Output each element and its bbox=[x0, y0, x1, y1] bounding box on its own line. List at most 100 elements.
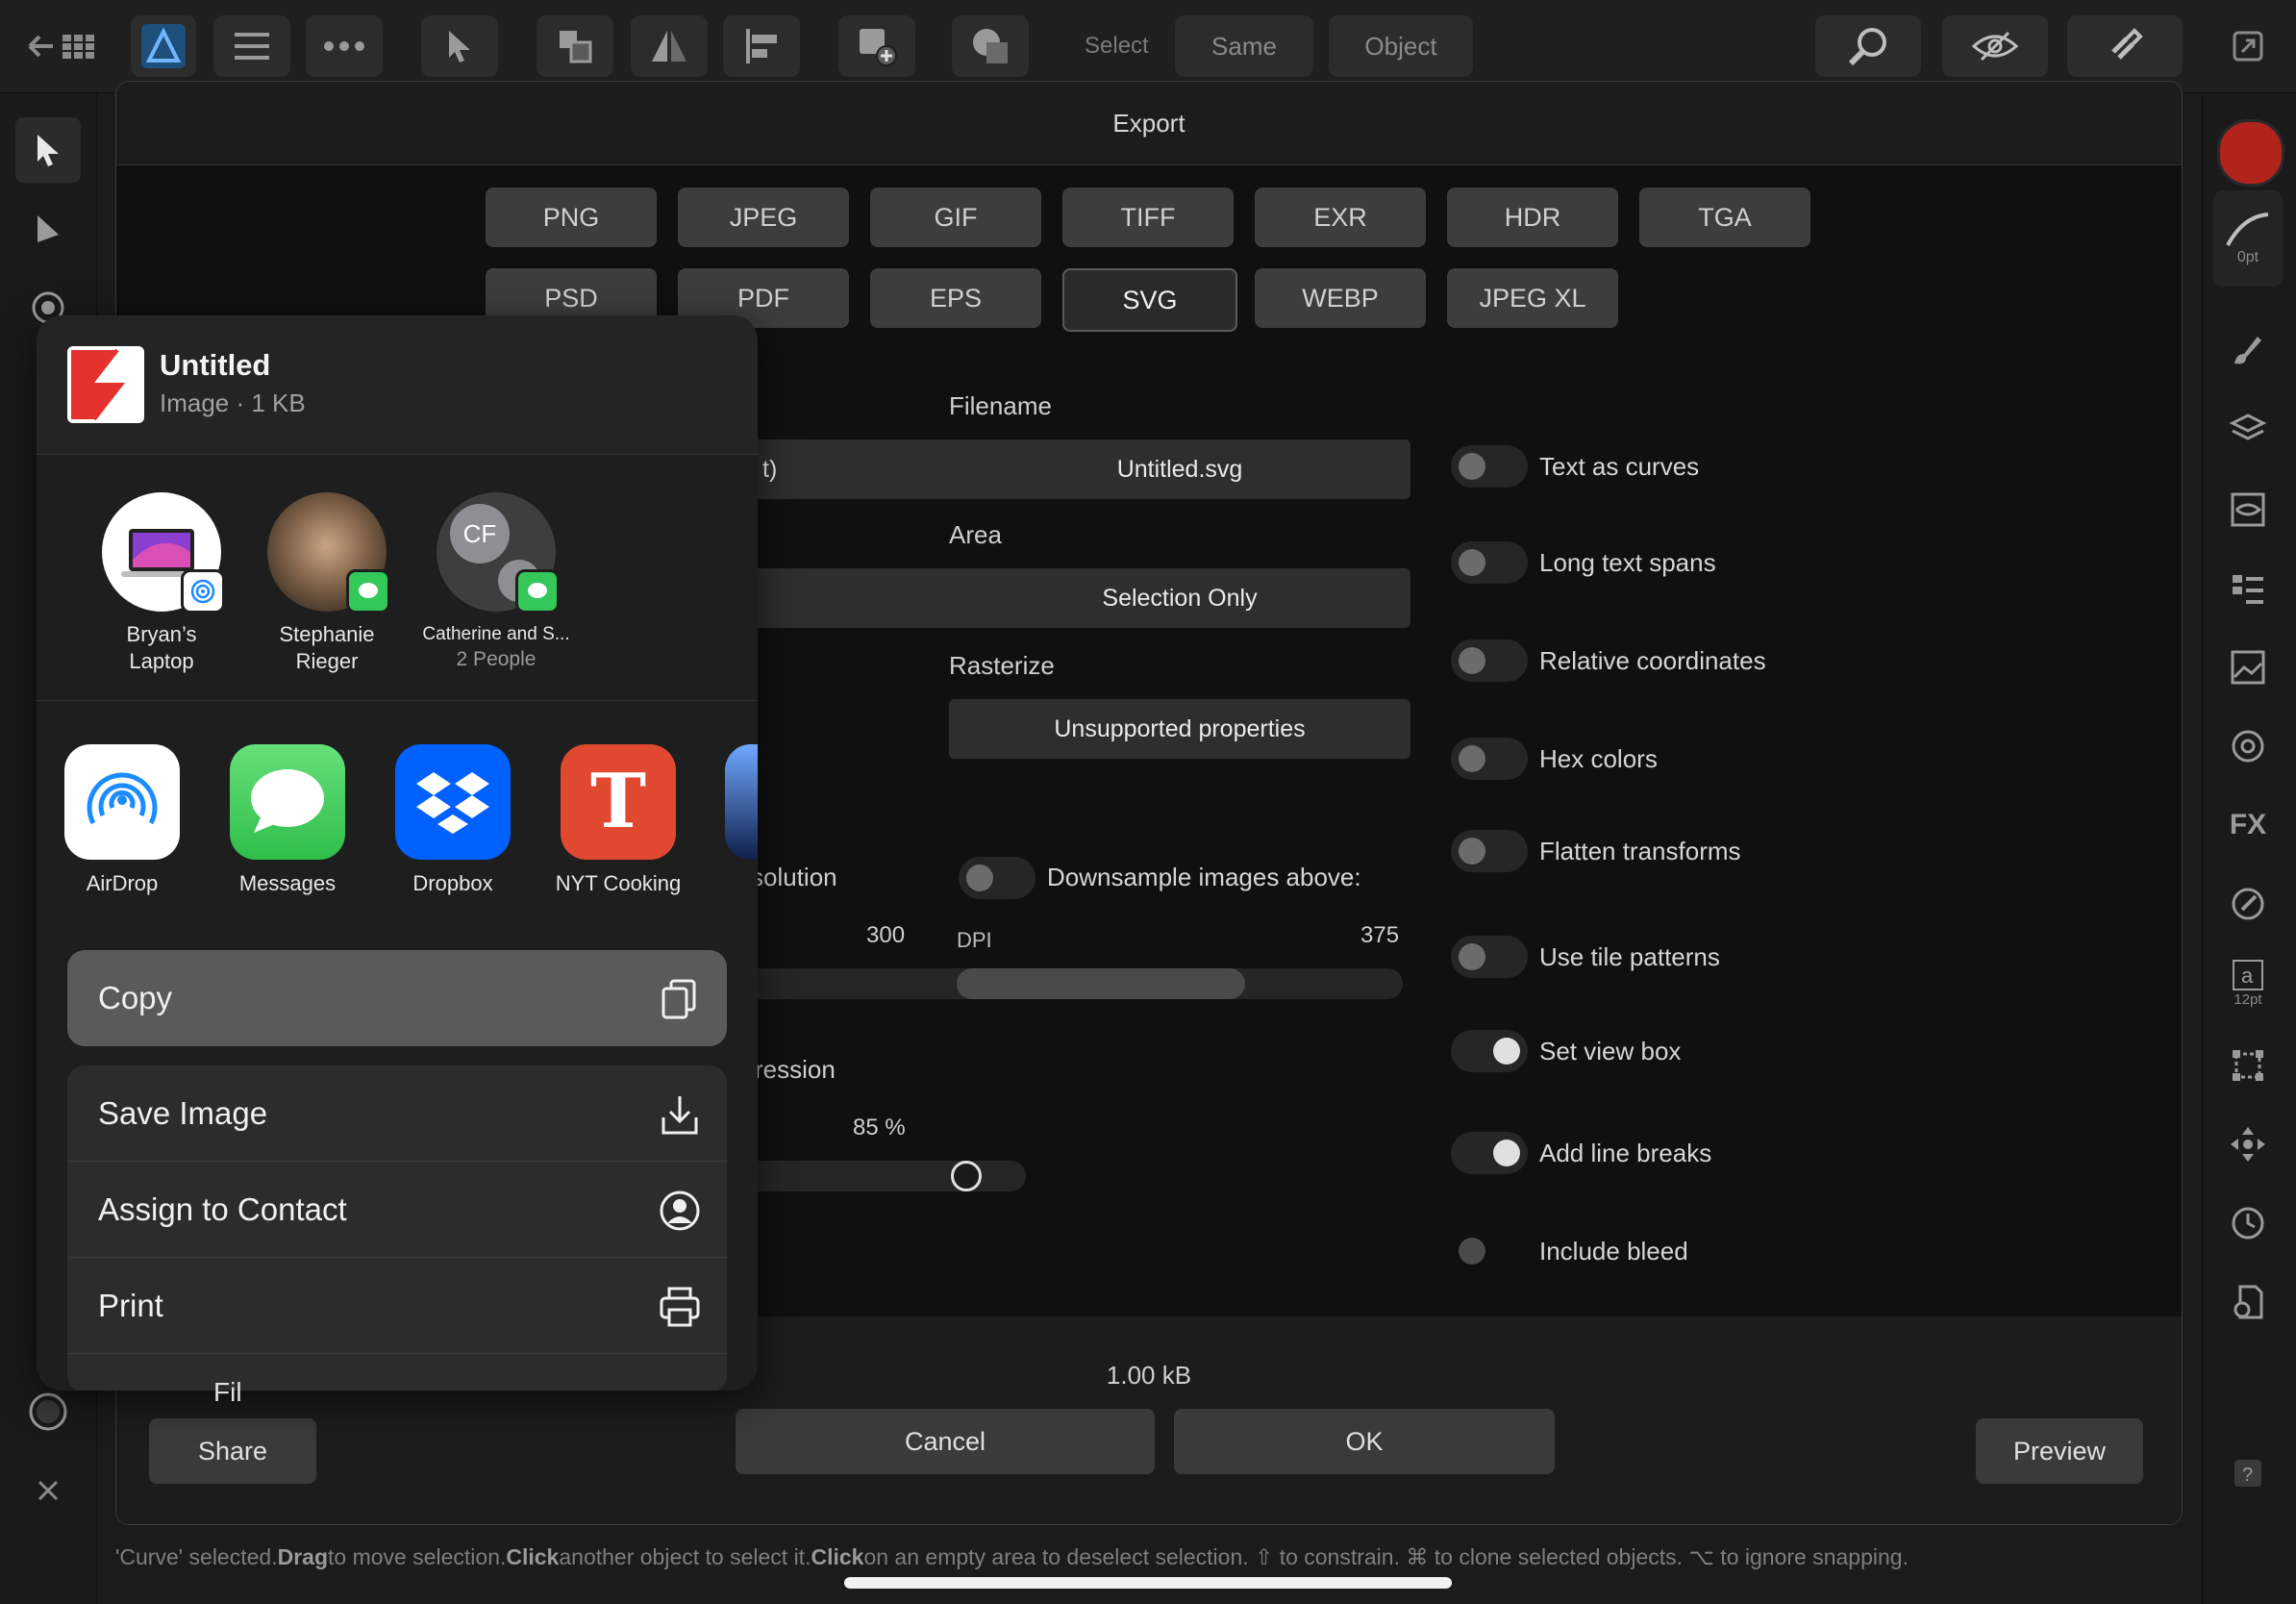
ok-button[interactable]: OK bbox=[1174, 1409, 1555, 1474]
format-exr-button[interactable]: EXR bbox=[1255, 188, 1426, 247]
close-tools-button[interactable] bbox=[15, 1458, 81, 1523]
hex-colors-toggle[interactable] bbox=[1451, 738, 1528, 780]
add-line-breaks-label: Add line breaks bbox=[1539, 1139, 1712, 1167]
status-text: on an empty area to deselect selection. … bbox=[863, 1543, 1909, 1569]
window-icon bbox=[2233, 31, 2263, 62]
app-name: AirDrop bbox=[86, 871, 159, 895]
save-image-action[interactable]: Save Image bbox=[67, 1065, 727, 1162]
copy-row[interactable]: Copy bbox=[67, 950, 727, 1046]
share-button[interactable]: Share bbox=[149, 1418, 316, 1484]
app-dropbox[interactable]: Dropbox bbox=[381, 744, 525, 896]
rasterize-label: Rasterize bbox=[949, 651, 1055, 680]
format-tiff-button[interactable]: TIFF bbox=[1062, 188, 1234, 247]
flip-button[interactable] bbox=[631, 15, 708, 77]
format-hdr-button[interactable]: HDR bbox=[1447, 188, 1618, 247]
preview-button[interactable]: Preview bbox=[1976, 1418, 2143, 1484]
flatten-transforms-toggle[interactable] bbox=[1451, 830, 1528, 872]
text-as-curves-toggle[interactable] bbox=[1451, 445, 1528, 488]
designer-persona-icon bbox=[141, 24, 186, 68]
format-jpeg-button[interactable]: JPEG bbox=[678, 188, 849, 247]
app-airdrop[interactable]: AirDrop bbox=[50, 744, 194, 896]
app-partial-icon[interactable] bbox=[725, 744, 758, 860]
eye-icon bbox=[1972, 31, 2018, 62]
print-action[interactable]: Print bbox=[67, 1258, 727, 1354]
use-tile-patterns-toggle[interactable] bbox=[1451, 936, 1528, 978]
snapping-button[interactable] bbox=[2067, 15, 2183, 77]
relative-coordinates-toggle[interactable] bbox=[1451, 639, 1528, 682]
boolean-button[interactable] bbox=[952, 15, 1029, 77]
save-image-label: Save Image bbox=[98, 1094, 268, 1131]
copy-action[interactable]: Copy bbox=[67, 950, 727, 1046]
appearance-panel-button[interactable] bbox=[2213, 475, 2283, 544]
zoom-button[interactable] bbox=[1815, 15, 1921, 77]
layers-panel-button[interactable] bbox=[2213, 394, 2283, 464]
format-jpeg-xl-button[interactable]: JPEG XL bbox=[1447, 268, 1618, 328]
cancel-button[interactable]: Cancel bbox=[736, 1409, 1155, 1474]
fullscreen-button[interactable] bbox=[2215, 15, 2281, 77]
compression-slider-thumb[interactable] bbox=[951, 1161, 982, 1191]
image-panel-button[interactable] bbox=[2213, 633, 2283, 702]
dpi-value: 375 bbox=[1360, 922, 1400, 948]
node-tool[interactable] bbox=[15, 198, 81, 263]
format-tga-button[interactable]: TGA bbox=[1639, 188, 1810, 247]
person-name: Catherine and S... bbox=[422, 624, 570, 644]
designer-persona-button[interactable] bbox=[131, 15, 196, 77]
text-style-panel-button[interactable]: a 12pt bbox=[2213, 948, 2283, 1017]
app-nyt-cooking[interactable]: T NYT Cooking bbox=[546, 744, 690, 896]
stroke-swatch[interactable]: 0pt bbox=[2213, 190, 2283, 287]
more-button[interactable] bbox=[306, 15, 383, 77]
insert-button[interactable] bbox=[838, 15, 915, 77]
dialog-title: Export bbox=[1112, 108, 1185, 138]
long-text-spans-toggle[interactable] bbox=[1451, 541, 1528, 584]
arrange-button[interactable] bbox=[537, 15, 613, 77]
navigator-panel-button[interactable] bbox=[2213, 1110, 2283, 1179]
aperture-icon bbox=[2232, 730, 2264, 763]
styles-panel-button[interactable] bbox=[2213, 869, 2283, 939]
move-tool-button[interactable] bbox=[421, 15, 498, 77]
settings-panel-button[interactable] bbox=[2213, 1267, 2283, 1337]
contact-icon bbox=[660, 1190, 700, 1231]
format-svg-button[interactable]: SVG bbox=[1062, 268, 1237, 332]
dpi-slider[interactable] bbox=[957, 968, 1403, 999]
share-target-stephanie-rieger[interactable]: Stephanie Rieger bbox=[250, 492, 404, 675]
area-dropdown[interactable]: Selection Only bbox=[949, 568, 1410, 628]
boolean-icon bbox=[973, 29, 1008, 63]
brushes-panel-button[interactable] bbox=[2213, 315, 2283, 385]
share-target-group[interactable]: CF Catherine and S... 2 People bbox=[415, 492, 577, 671]
format-webp-button[interactable]: WEBP bbox=[1255, 268, 1426, 328]
constraints-panel-button[interactable] bbox=[2213, 1031, 2283, 1100]
format-gif-button[interactable]: GIF bbox=[870, 188, 1041, 247]
set-view-box-toggle[interactable] bbox=[1451, 1030, 1528, 1072]
select-same-button[interactable]: Same bbox=[1175, 15, 1313, 77]
compression-slider[interactable] bbox=[732, 1161, 1026, 1191]
back-to-documents-button[interactable] bbox=[19, 15, 106, 77]
add-line-breaks-toggle[interactable] bbox=[1451, 1132, 1528, 1174]
select-object-button[interactable]: Object bbox=[1329, 15, 1473, 77]
menu-button[interactable] bbox=[213, 15, 290, 77]
align-button[interactable] bbox=[723, 15, 800, 77]
effects-panel-button[interactable]: FX bbox=[2213, 790, 2283, 860]
laptop-avatar bbox=[102, 492, 225, 614]
format-eps-button[interactable]: EPS bbox=[870, 268, 1041, 328]
transform-panel-button[interactable] bbox=[2213, 554, 2283, 623]
move-tool[interactable] bbox=[15, 117, 81, 183]
assign-to-contact-action[interactable]: Assign to Contact bbox=[67, 1162, 727, 1258]
history-panel-button[interactable] bbox=[2213, 1189, 2283, 1258]
app-messages[interactable]: Messages bbox=[215, 744, 360, 896]
filename-field[interactable]: Untitled.svg bbox=[949, 439, 1410, 499]
include-bleed-toggle[interactable] bbox=[1451, 1230, 1528, 1272]
home-indicator[interactable] bbox=[844, 1577, 1452, 1589]
status-text: another object to select it. bbox=[559, 1543, 811, 1569]
fill-color-swatch[interactable] bbox=[2217, 119, 2284, 187]
toggle-knob bbox=[1459, 549, 1485, 576]
toggle-knob bbox=[1459, 1238, 1485, 1265]
help-button[interactable]: ? bbox=[2213, 1439, 2283, 1508]
color-panel-button[interactable] bbox=[2213, 712, 2283, 781]
downsample-toggle[interactable] bbox=[959, 857, 1036, 899]
share-target-bryans-laptop[interactable]: Bryan’s Laptop bbox=[85, 492, 238, 675]
view-mode-button[interactable] bbox=[1942, 15, 2048, 77]
rasterize-dropdown[interactable]: Unsupported properties bbox=[949, 699, 1410, 759]
move-tool-icon bbox=[37, 135, 59, 166]
messages-badge-icon bbox=[515, 569, 560, 614]
format-png-button[interactable]: PNG bbox=[486, 188, 657, 247]
